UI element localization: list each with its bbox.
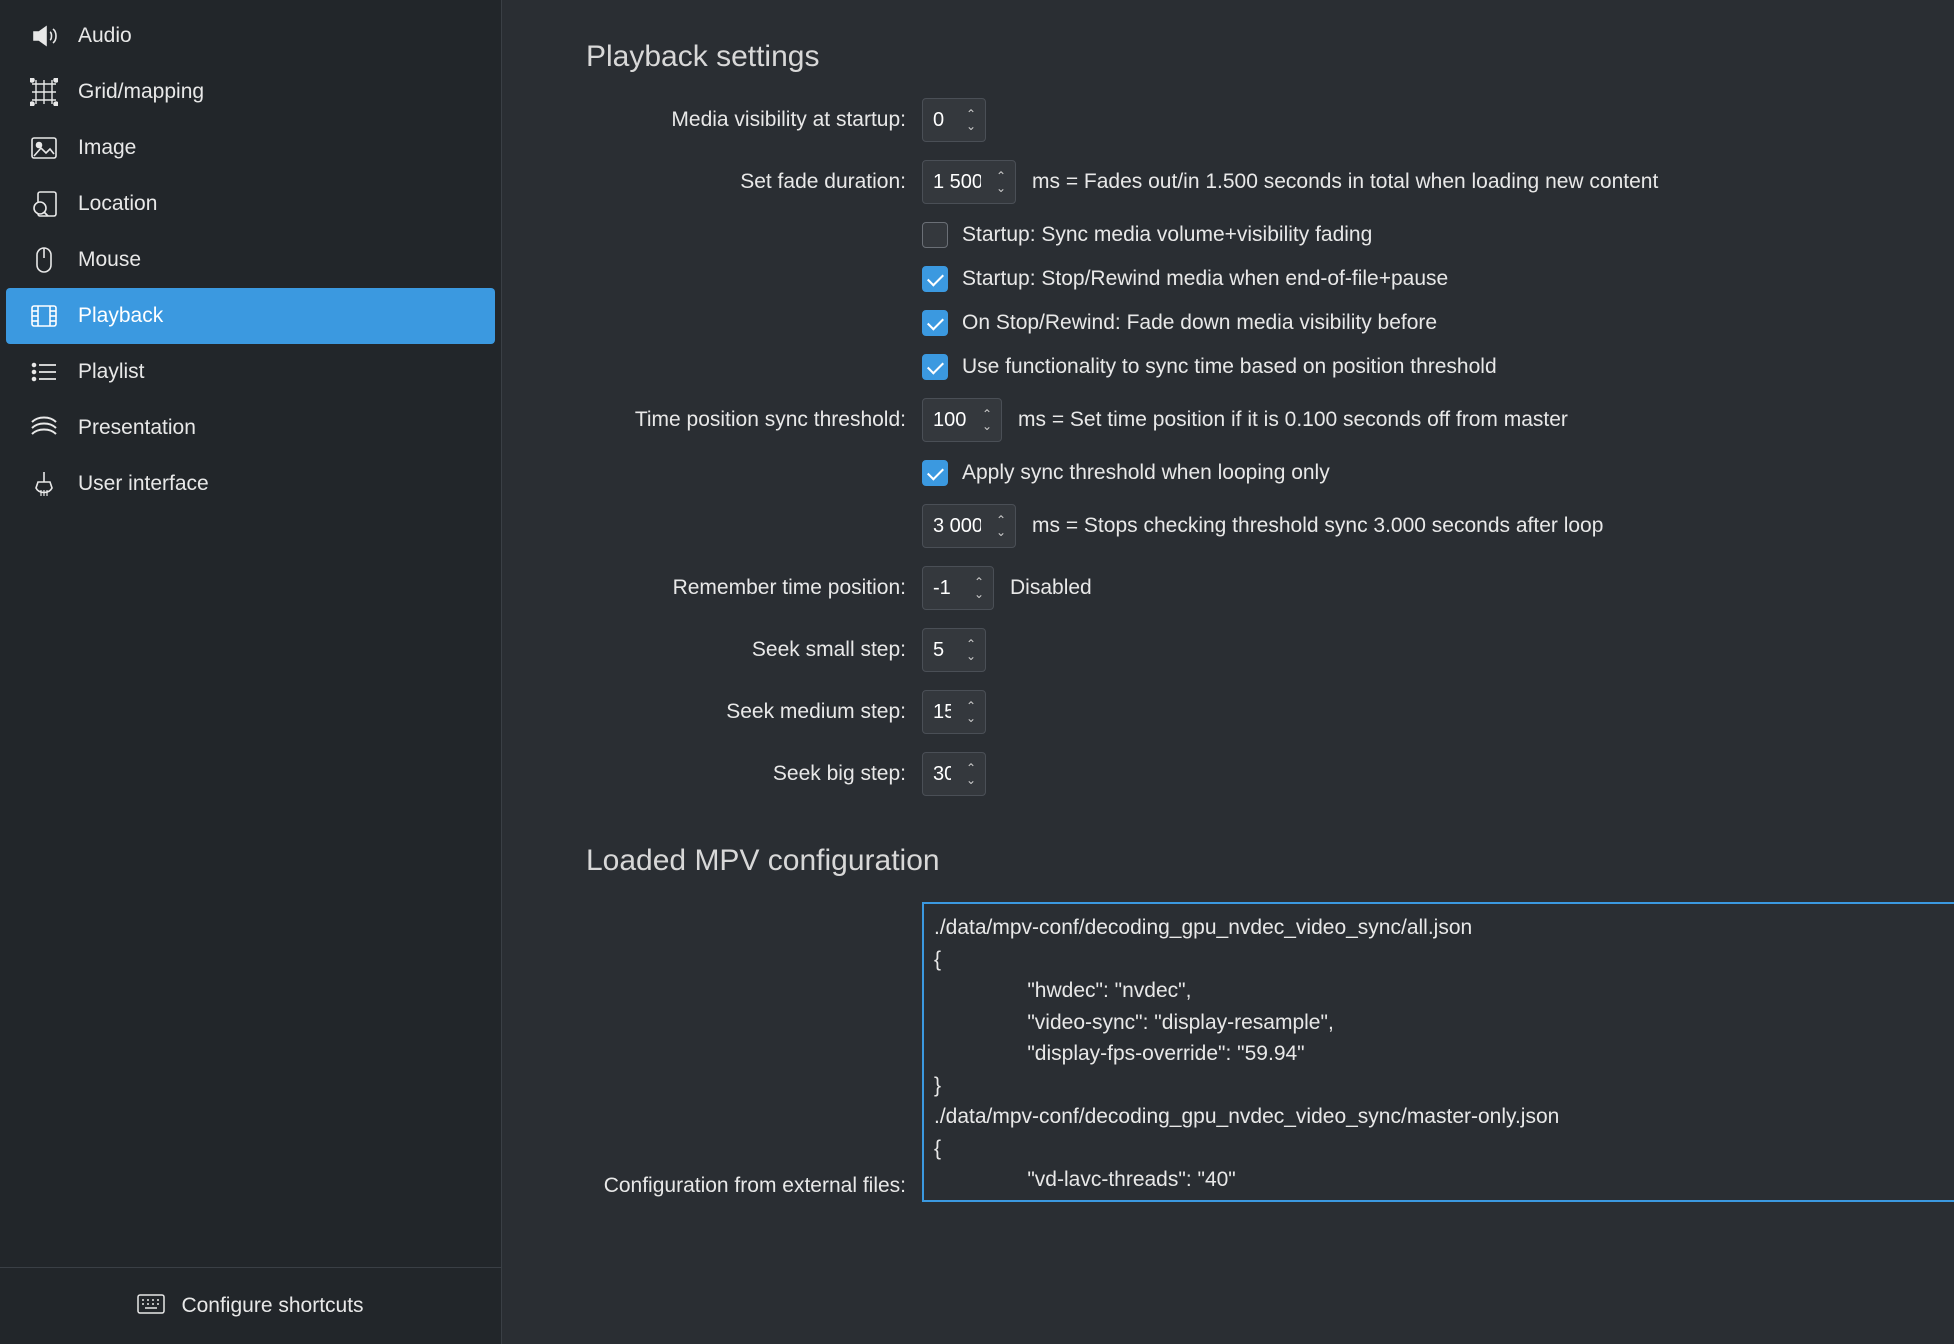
magnifier-doc-icon xyxy=(30,190,58,218)
sidebar-item-audio[interactable]: Audio xyxy=(6,8,495,64)
playback-settings-heading: Playback settings xyxy=(586,40,1914,74)
list-icon xyxy=(30,358,58,386)
sidebar-item-location[interactable]: Location xyxy=(6,176,495,232)
spin-down-icon[interactable]: ⌄ xyxy=(961,712,981,724)
remember-pos-label: Remember time position: xyxy=(586,576,906,600)
remember-pos-suffix: Disabled xyxy=(1010,576,1092,600)
loop-stop-spin[interactable]: ⌃ ⌄ xyxy=(922,504,1016,548)
config-files-label: Configuration from external files: xyxy=(586,1174,906,1202)
loop-only-label: Apply sync threshold when looping only xyxy=(962,461,1330,485)
use-sync-label: Use functionality to sync time based on … xyxy=(962,355,1497,379)
playback-form: Media visibility at startup: ⌃ ⌄ Set fad… xyxy=(586,98,1914,796)
sidebar-item-label: Location xyxy=(78,192,157,216)
seek-medium-spin[interactable]: ⌃ ⌄ xyxy=(922,690,986,734)
seek-small-label: Seek small step: xyxy=(586,638,906,662)
seek-small-input[interactable] xyxy=(923,629,961,671)
fade-duration-label: Set fade duration: xyxy=(586,170,906,194)
checkbox-icon xyxy=(922,460,948,486)
seek-big-input[interactable] xyxy=(923,753,961,795)
sidebar-item-label: Presentation xyxy=(78,416,196,440)
fade-duration-spin[interactable]: ⌃ ⌄ xyxy=(922,160,1016,204)
loop-stop-input[interactable] xyxy=(923,505,991,547)
sidebar-item-playback[interactable]: Playback xyxy=(6,288,495,344)
stop-rewind-label: Startup: Stop/Rewind media when end-of-f… xyxy=(962,267,1448,291)
fade-before-label: On Stop/Rewind: Fade down media visibili… xyxy=(962,311,1437,335)
fade-duration-input[interactable] xyxy=(923,161,991,203)
brush-icon xyxy=(30,470,58,498)
spin-down-icon[interactable]: ⌄ xyxy=(991,182,1011,194)
sidebar-item-label: Audio xyxy=(78,24,132,48)
seek-big-spin[interactable]: ⌃ ⌄ xyxy=(922,752,986,796)
sync-threshold-input[interactable] xyxy=(923,399,977,441)
sync-fade-label: Startup: Sync media volume+visibility fa… xyxy=(962,223,1372,247)
spin-down-icon[interactable]: ⌄ xyxy=(961,650,981,662)
checkbox-icon xyxy=(922,222,948,248)
spin-down-icon[interactable]: ⌄ xyxy=(991,526,1011,538)
keyboard-icon xyxy=(137,1294,165,1318)
config-textarea[interactable] xyxy=(922,902,1954,1202)
sidebar-item-playlist[interactable]: Playlist xyxy=(6,344,495,400)
stop-rewind-checkbox[interactable]: Startup: Stop/Rewind media when end-of-f… xyxy=(922,266,1914,292)
sync-threshold-suffix: ms = Set time position if it is 0.100 se… xyxy=(1018,408,1568,432)
mouse-icon xyxy=(30,246,58,274)
seek-medium-label: Seek medium step: xyxy=(586,700,906,724)
seek-medium-input[interactable] xyxy=(923,691,961,733)
media-visibility-input[interactable] xyxy=(923,99,961,141)
spin-down-icon[interactable]: ⌄ xyxy=(961,774,981,786)
sidebar-item-label: Image xyxy=(78,136,136,160)
sidebar-item-mouse[interactable]: Mouse xyxy=(6,232,495,288)
presentations-icon xyxy=(30,414,58,442)
sidebar-item-label: Playback xyxy=(78,304,163,328)
sync-fade-checkbox[interactable]: Startup: Sync media volume+visibility fa… xyxy=(922,222,1914,248)
sidebar-item-label: Grid/mapping xyxy=(78,80,204,104)
loop-stop-suffix: ms = Stops checking threshold sync 3.000… xyxy=(1032,514,1603,538)
film-icon xyxy=(30,302,58,330)
sidebar: Audio Grid/mapping Image Location Mouse Playb… xyxy=(0,0,502,1344)
sidebar-item-label: User interface xyxy=(78,472,209,496)
fade-before-checkbox[interactable]: On Stop/Rewind: Fade down media visibili… xyxy=(922,310,1914,336)
sync-threshold-label: Time position sync threshold: xyxy=(586,408,906,432)
media-visibility-spin[interactable]: ⌃ ⌄ xyxy=(922,98,986,142)
checkbox-icon xyxy=(922,354,948,380)
sidebar-item-presentation[interactable]: Presentation xyxy=(6,400,495,456)
remember-pos-spin[interactable]: ⌃ ⌄ xyxy=(922,566,994,610)
remember-pos-input[interactable] xyxy=(923,567,969,609)
use-sync-checkbox[interactable]: Use functionality to sync time based on … xyxy=(922,354,1914,380)
spin-down-icon[interactable]: ⌄ xyxy=(969,588,989,600)
loop-only-checkbox[interactable]: Apply sync threshold when looping only xyxy=(922,460,1914,486)
configure-shortcuts-button[interactable]: Configure shortcuts xyxy=(0,1267,501,1344)
checkbox-icon xyxy=(922,310,948,336)
media-visibility-label: Media visibility at startup: xyxy=(586,108,906,132)
seek-big-label: Seek big step: xyxy=(586,762,906,786)
sync-threshold-spin[interactable]: ⌃ ⌄ xyxy=(922,398,1002,442)
sidebar-item-label: Playlist xyxy=(78,360,145,384)
grid-icon xyxy=(30,78,58,106)
spin-down-icon[interactable]: ⌄ xyxy=(961,120,981,132)
mpv-config-heading: Loaded MPV configuration xyxy=(586,844,1914,878)
sidebar-item-label: Mouse xyxy=(78,248,141,272)
fade-duration-suffix: ms = Fades out/in 1.500 seconds in total… xyxy=(1032,170,1658,194)
sidebar-list: Audio Grid/mapping Image Location Mouse Playb… xyxy=(0,0,501,1267)
checkbox-icon xyxy=(922,266,948,292)
configure-shortcuts-label: Configure shortcuts xyxy=(181,1294,363,1318)
sidebar-item-ui[interactable]: User interface xyxy=(6,456,495,512)
sidebar-item-grid[interactable]: Grid/mapping xyxy=(6,64,495,120)
seek-small-spin[interactable]: ⌃ ⌄ xyxy=(922,628,986,672)
sidebar-item-image[interactable]: Image xyxy=(6,120,495,176)
image-icon xyxy=(30,134,58,162)
main-content: Playback settings Media visibility at st… xyxy=(502,0,1954,1344)
spin-down-icon[interactable]: ⌄ xyxy=(977,420,997,432)
speaker-icon xyxy=(30,22,58,50)
